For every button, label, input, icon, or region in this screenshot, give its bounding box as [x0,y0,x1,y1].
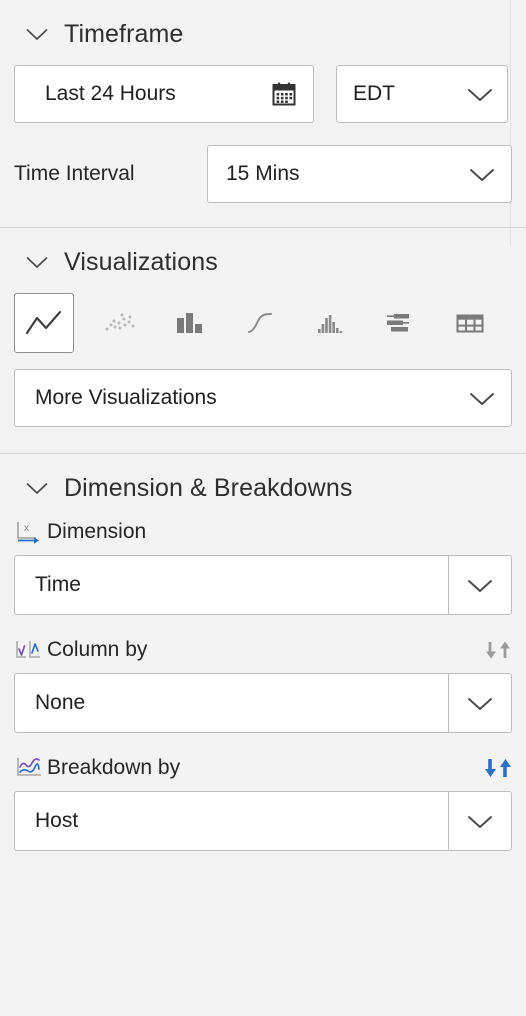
chevron-down-icon[interactable] [469,391,495,406]
breakdown-by-value: Host [35,809,79,832]
dimension-breakdowns-section-title: Dimension & Breakdowns [64,474,353,502]
field-gap [0,615,526,637]
sort-arrows-icon[interactable] [484,639,512,661]
dimension-value: Time [35,573,81,596]
breakdown-by-label-row: Breakdown by [14,755,512,791]
column-by-value: None [35,691,86,714]
time-interval-select[interactable]: 15 Mins [207,145,512,203]
chevron-down-icon [26,257,48,268]
more-visualizations-wrap: More Visualizations [0,353,526,453]
chevron-down-icon [468,697,492,710]
viz-option-column-chart[interactable] [160,293,220,353]
breakdown-by-dropdown-button[interactable] [448,792,511,850]
dimension-breakdowns-section: Dimension & Breakdowns x Dimension Time [0,454,526,879]
visualization-type-toolbar [0,293,526,353]
time-interval-value: 15 Mins [226,162,300,185]
sort-arrows-icon[interactable] [484,757,512,779]
chevron-down-icon [468,579,492,592]
dimension-label-row: x Dimension [14,519,512,555]
analytics-config-panel: Timeframe Last 24 Hours EDT Time Interva… [0,0,526,1016]
chevron-down-icon[interactable] [469,167,495,182]
column-by-label: Column by [47,638,148,661]
field-gap [0,733,526,755]
histogram-icon [318,315,343,333]
chevron-down-icon [26,483,48,494]
small-multiples-icon [16,641,40,658]
chevron-down-icon [468,815,492,828]
visualizations-section-header[interactable]: Visualizations [0,228,526,293]
more-visualizations-label: More Visualizations [35,386,217,409]
svg-text:x: x [24,523,29,534]
timeframe-row-primary: Last 24 Hours EDT [0,65,526,123]
chevron-down-icon [26,29,48,40]
timezone-value: EDT [353,82,395,105]
horizontal-bar-chart-icon [387,314,409,332]
column-by-label-row: Column by [14,637,512,673]
date-range-value: Last 24 Hours [45,82,176,105]
spline-curve-icon [248,313,272,333]
dimension-dropdown-button[interactable] [448,556,511,614]
x-axis-icon: x [17,522,39,544]
timezone-field[interactable]: EDT [336,65,508,123]
viz-option-table[interactable] [440,293,500,353]
column-by-select[interactable]: None [14,673,512,733]
dimension-breakdowns-section-header[interactable]: Dimension & Breakdowns [0,454,526,519]
breakdown-by-select[interactable]: Host [14,791,512,851]
calendar-icon[interactable] [271,81,297,107]
dimension-field-group: x Dimension Time [0,519,526,615]
viz-option-horizontal-bar-chart[interactable] [370,293,430,353]
series-lines-icon [17,758,41,776]
table-icon [456,314,484,333]
column-chart-icon [177,313,202,333]
viz-option-scatter-plot[interactable] [90,293,150,353]
timeframe-section: Timeframe Last 24 Hours EDT Time Interva… [0,0,526,228]
timeframe-section-header[interactable]: Timeframe [0,0,526,65]
line-chart-icon [25,310,62,335]
chevron-down-icon[interactable] [467,87,493,102]
date-range-field[interactable]: Last 24 Hours [14,65,314,123]
dimension-select[interactable]: Time [14,555,512,615]
viz-option-spline-curve[interactable] [230,293,290,353]
dimension-label: Dimension [47,520,147,543]
visualizations-section-title: Visualizations [64,248,218,276]
column-by-field-group: Column by None [0,637,526,733]
more-visualizations-select[interactable]: More Visualizations [14,369,512,427]
breakdown-by-label: Breakdown by [47,756,181,779]
breakdown-by-field-group: Breakdown by Host [0,755,526,879]
viz-option-histogram[interactable] [300,293,360,353]
timeframe-row-interval: Time Interval 15 Mins [0,123,526,227]
column-by-dropdown-button[interactable] [448,674,511,732]
time-interval-label: Time Interval [14,162,135,185]
visualizations-section: Visualizations More Visualizations [0,228,526,454]
scatter-plot-icon [105,313,135,331]
timeframe-section-title: Timeframe [64,20,184,48]
viz-option-line-chart[interactable] [14,293,74,353]
